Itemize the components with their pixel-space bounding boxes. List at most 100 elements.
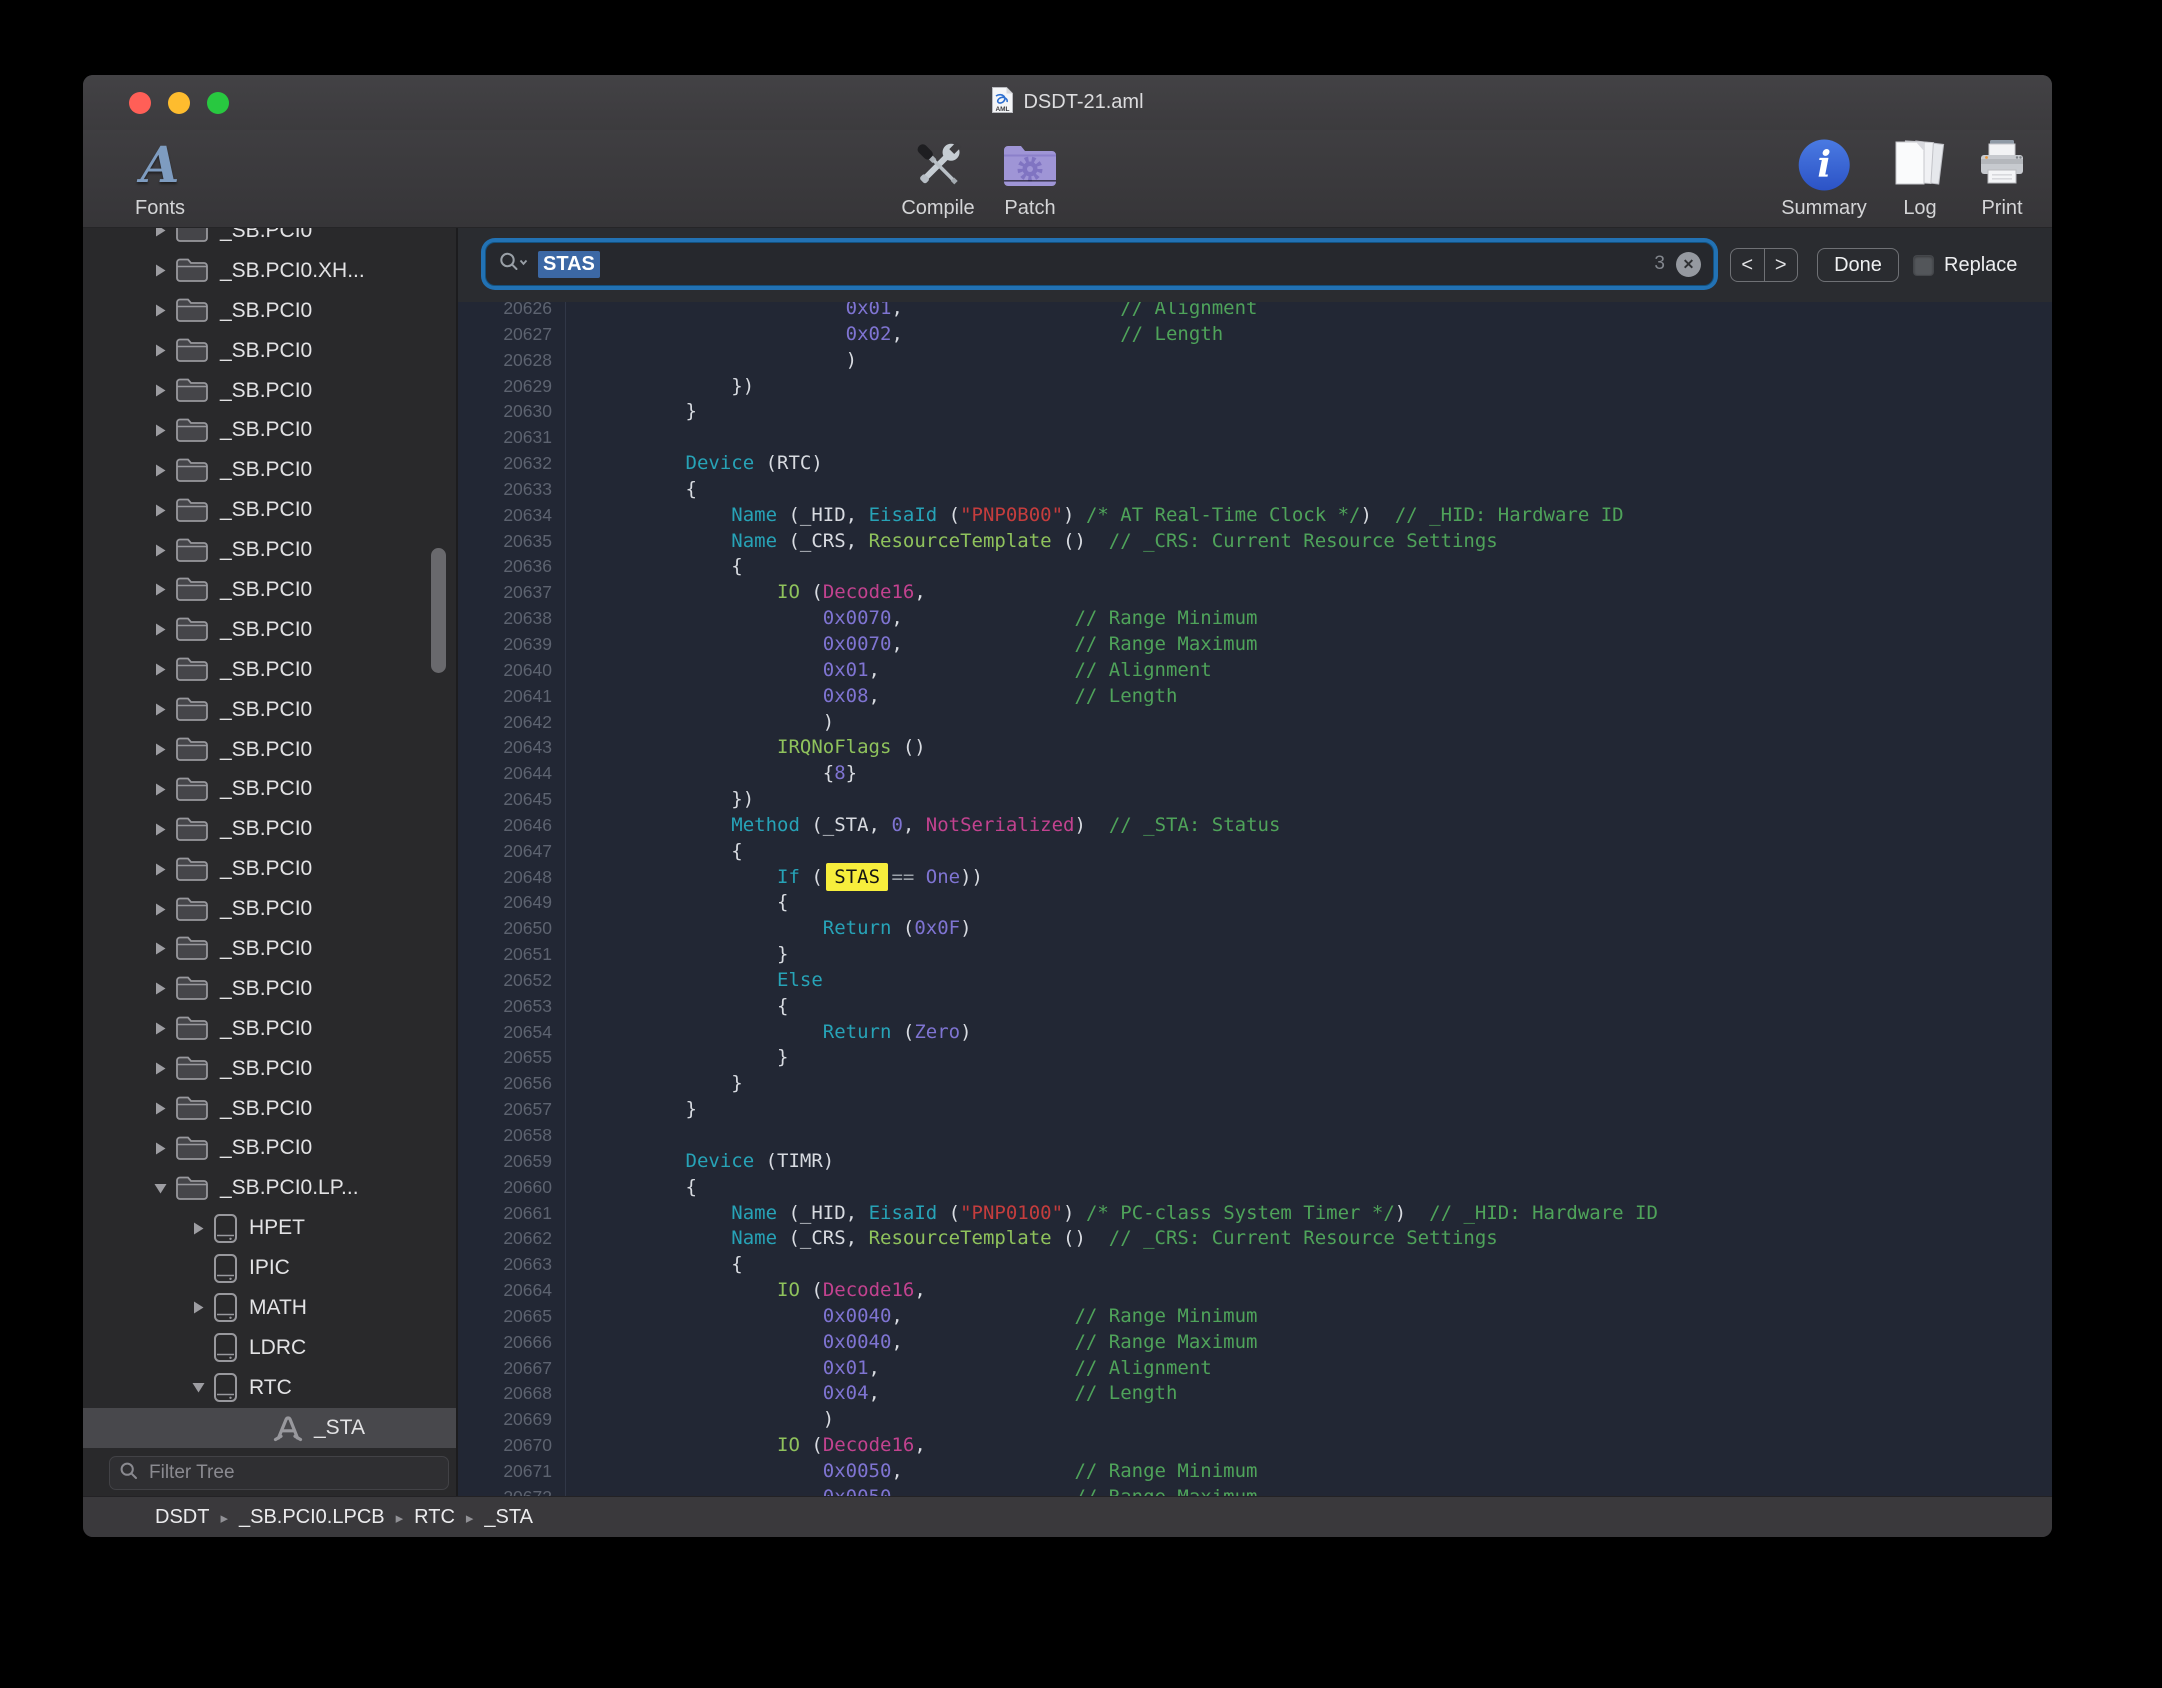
tree-row--sb-pci0[interactable]: _SB.PCI0 <box>83 650 456 690</box>
disclosure-right-icon[interactable] <box>145 463 175 478</box>
tree-row-label: _SB.PCI0 <box>220 618 312 642</box>
filter-field[interactable] <box>109 1456 449 1490</box>
disclosure-right-icon[interactable] <box>145 582 175 597</box>
tree-row--sb-pci0[interactable]: _SB.PCI0 <box>83 969 456 1009</box>
tree-row--sb-pci0[interactable]: _SB.PCI0 <box>83 530 456 570</box>
sidebar-scrollbar[interactable] <box>431 548 446 673</box>
tree-row--sb-pci0[interactable]: _SB.PCI0 <box>83 690 456 730</box>
disclosure-right-icon[interactable] <box>145 503 175 518</box>
tree-row--sb-pci0[interactable]: _SB.PCI0 <box>83 570 456 610</box>
zoom-button[interactable] <box>207 92 229 114</box>
tree-row-math[interactable]: MATH <box>83 1288 456 1328</box>
find-previous-button[interactable]: < <box>1731 249 1764 281</box>
tree-row--sb-pci0[interactable]: _SB.PCI0 <box>83 450 456 490</box>
disclosure-right-icon[interactable] <box>183 1300 213 1315</box>
code-line: 20661 Name (_HID, EisaId ("PNP0100") /* … <box>458 1201 2052 1227</box>
print-button[interactable]: Print <box>1973 134 2031 220</box>
summary-button[interactable]: i Summary <box>1781 134 1867 220</box>
disclosure-right-icon[interactable] <box>145 383 175 398</box>
close-button[interactable] <box>129 92 151 114</box>
log-button[interactable]: Log <box>1891 134 1949 220</box>
minimize-button[interactable] <box>168 92 190 114</box>
tree-row-label: _SB.PCI0 <box>220 1097 312 1121</box>
fonts-button[interactable]: A Fonts <box>135 134 185 220</box>
patch-button[interactable]: Patch <box>1001 134 1059 220</box>
device-icon <box>213 1213 238 1244</box>
filter-input[interactable] <box>147 1461 439 1485</box>
tree-row--sb-pci0[interactable]: _SB.PCI0 <box>83 809 456 849</box>
disclosure-right-icon[interactable] <box>145 1141 175 1156</box>
disclosure-right-icon[interactable] <box>145 622 175 637</box>
disclosure-right-icon[interactable] <box>145 263 175 278</box>
line-number: 20659 <box>458 1149 566 1175</box>
tree-row--sb-pci0[interactable]: _SB.PCI0 <box>83 730 456 770</box>
window-title: DSDT-21.aml <box>1023 91 1143 114</box>
tree-row--sb-pci0[interactable]: _SB.PCI0 <box>83 1009 456 1049</box>
tree-row--sb-pci0[interactable]: _SB.PCI0 <box>83 291 456 331</box>
tree-row--sb-pci0[interactable]: _SB.PCI0 <box>83 1128 456 1168</box>
disclosure-right-icon[interactable] <box>145 1021 175 1036</box>
disclosure-right-icon[interactable] <box>145 228 175 238</box>
disclosure-right-icon[interactable] <box>145 782 175 797</box>
folder-icon <box>175 736 209 763</box>
folder-icon <box>175 1055 209 1082</box>
line-number: 20633 <box>458 477 566 503</box>
disclosure-right-icon[interactable] <box>145 1101 175 1116</box>
tree-row--sb-pci0[interactable]: _SB.PCI0 <box>83 1049 456 1089</box>
tree-row--sb-pci0[interactable]: _SB.PCI0 <box>83 371 456 411</box>
disclosure-right-icon[interactable] <box>145 902 175 917</box>
tree-row--sb-pci0[interactable]: _SB.PCI0 <box>83 769 456 809</box>
disclosure-right-icon[interactable] <box>145 343 175 358</box>
tree-row--sb-pci0-lp-[interactable]: _SB.PCI0.LP... <box>83 1168 456 1208</box>
tree-row--sta[interactable]: _STA <box>83 1408 456 1448</box>
replace-checkbox[interactable] <box>1913 255 1934 276</box>
title-bar[interactable]: AML DSDT-21.aml <box>83 75 2052 130</box>
code-line: 20657 } <box>458 1097 2052 1123</box>
tree-row--sb-pci0-xh-[interactable]: _SB.PCI0.XH... <box>83 251 456 291</box>
disclosure-right-icon[interactable] <box>145 981 175 996</box>
compile-button[interactable]: Compile <box>901 134 974 220</box>
tree-row--sb-pci0[interactable]: _SB.PCI0 <box>83 1089 456 1129</box>
tree-row--sb-pci0[interactable]: _SB.PCI0 <box>83 331 456 371</box>
tree-row-ldrc[interactable]: LDRC <box>83 1328 456 1368</box>
tree-row-rtc[interactable]: RTC <box>83 1368 456 1408</box>
device-icon <box>213 1372 238 1403</box>
tree-row--sb-pci0[interactable]: _SB.PCI0 <box>83 610 456 650</box>
code-line: 20638 0x0070, // Range Minimum <box>458 606 2052 632</box>
done-button[interactable]: Done <box>1817 248 1899 282</box>
disclosure-right-icon[interactable] <box>145 941 175 956</box>
search-input[interactable]: STAS 3 ✕ <box>485 242 1714 286</box>
disclosure-down-icon[interactable] <box>145 1182 175 1195</box>
device-icon <box>213 1332 238 1363</box>
tree-row--sb-pci0[interactable]: _SB.PCI0 <box>83 929 456 969</box>
disclosure-right-icon[interactable] <box>145 862 175 877</box>
device-icon <box>213 1292 238 1323</box>
disclosure-right-icon[interactable] <box>183 1221 213 1236</box>
tree-row--sb-pci0[interactable]: _SB.PCI0 <box>83 849 456 889</box>
disclosure-down-icon[interactable] <box>183 1381 213 1394</box>
tree-row--sb-pci0[interactable]: _SB.PCI0 <box>83 228 456 251</box>
disclosure-right-icon[interactable] <box>145 742 175 757</box>
tree-row--sb-pci0[interactable]: _SB.PCI0 <box>83 490 456 530</box>
disclosure-right-icon[interactable] <box>145 543 175 558</box>
code-editor[interactable]: 20626 0x01, // Alignment20627 0x02, // L… <box>458 302 2052 1497</box>
code-line: 20641 0x08, // Length <box>458 684 2052 710</box>
disclosure-right-icon[interactable] <box>145 303 175 318</box>
find-nav-segmented: < > <box>1730 248 1798 282</box>
sidebar-tree[interactable]: _SB.PCI0_SB.PCI0.XH..._SB.PCI0_SB.PCI0_S… <box>83 228 456 1452</box>
find-next-button[interactable]: > <box>1764 249 1798 281</box>
search-magnifier-icon[interactable] <box>498 250 530 279</box>
filter-bar <box>83 1452 456 1497</box>
disclosure-right-icon[interactable] <box>145 423 175 438</box>
clear-search-button[interactable]: ✕ <box>1676 252 1701 277</box>
disclosure-right-icon[interactable] <box>145 662 175 677</box>
disclosure-right-icon[interactable] <box>145 1061 175 1076</box>
tree-row--sb-pci0[interactable]: _SB.PCI0 <box>83 410 456 450</box>
tree-row-ipic[interactable]: IPIC <box>83 1248 456 1288</box>
tree-row--sb-pci0[interactable]: _SB.PCI0 <box>83 889 456 929</box>
disclosure-right-icon[interactable] <box>145 702 175 717</box>
disclosure-right-icon[interactable] <box>145 822 175 837</box>
tree-row-hpet[interactable]: HPET <box>83 1208 456 1248</box>
tree-row-label: _STA <box>314 1416 365 1440</box>
tree-row-label: _SB.PCI0 <box>220 458 312 482</box>
